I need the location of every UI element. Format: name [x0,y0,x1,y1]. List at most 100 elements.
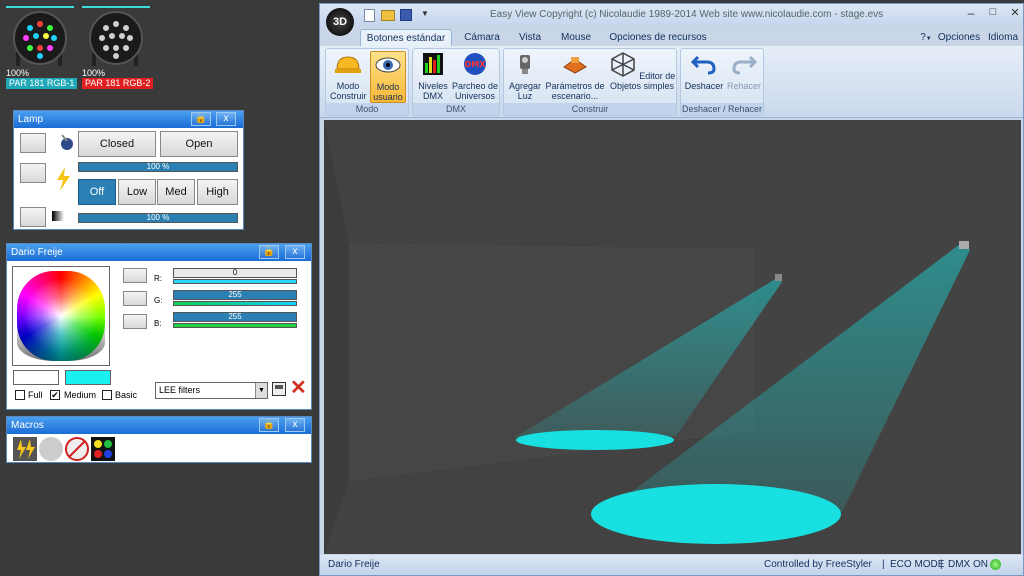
lamp-panel: Lamp 🔒 x Closed Open 100 % Off Low Med H… [13,110,244,230]
open-folder-icon[interactable] [381,10,395,21]
dmx-status-led-icon [990,559,1001,570]
macro-strobe-icon[interactable] [13,437,37,461]
b-bar[interactable]: 255 [173,312,297,322]
lock-icon[interactable]: 🔒 [259,418,279,432]
palette-full-checkbox[interactable] [15,390,25,400]
parametros-escenario-button[interactable]: Parámetros de escenario... [544,51,606,103]
strobe-low-button[interactable]: Low [118,179,156,205]
modo-construir-button[interactable]: Modo Construir [330,51,367,103]
editor-objetos-button[interactable]: Editor de Objetos simples [608,51,676,103]
open-button[interactable]: Open [160,131,238,157]
parcheo-universos-label: Parcheo de Universos [451,81,499,101]
modo-usuario-button[interactable]: Modo usuario [370,51,406,103]
fixture-1[interactable]: 100% PAR 181 RGB-1 [6,6,78,89]
close-button[interactable]: x [285,418,305,432]
stage-icon [563,57,587,74]
tab-vista[interactable]: Vista [512,29,548,47]
deshacer-label: Deshacer [684,81,724,91]
language-menu[interactable]: Idioma ▼ [984,29,1022,60]
color-wheel[interactable] [12,266,110,366]
r-bar[interactable]: 0 [173,268,297,278]
agregar-luz-label: Agregar Luz [508,81,542,101]
filter-select-value: LEE filters [159,385,201,395]
modo-construir-label: Modo Construir [330,81,367,101]
tab-opciones-recursos[interactable]: Opciones de recursos [606,29,710,47]
macros-panel: Macros 🔒 x [6,416,312,463]
app-logo-icon[interactable]: 3D [326,8,354,36]
color-swatch-current[interactable] [65,370,111,385]
strobe-med-button[interactable]: Med [157,179,195,205]
color-panel-title-text: Dario Freije [11,247,63,258]
light-fixture-2[interactable] [959,241,969,249]
minimize-button[interactable]: – [962,6,980,22]
filter-select[interactable]: LEE filters ▼ [155,382,268,399]
strobe-high-button[interactable]: High [197,179,238,205]
window-title: Easy View Copyright (c) Nicolaudie 1989-… [490,9,884,20]
tab-camara[interactable]: Cámara [458,29,506,47]
closed-button[interactable]: Closed [78,131,156,157]
g-preset-button[interactable] [123,291,147,306]
dimmer-gradient-icon [52,211,64,221]
macros-panel-title-text: Macros [11,420,44,431]
eye-icon [375,57,401,73]
macro-disable-icon[interactable] [65,437,89,461]
ribbon-group-construir: Agregar Luz Parámetros de escenario... E… [503,48,677,116]
close-button[interactable]: x [285,245,305,259]
r-preset-button[interactable] [123,268,147,283]
dimmer-bar[interactable]: 100 % [78,162,238,172]
rehacer-label: Rehacer [726,81,762,91]
r-label: R: [154,274,162,283]
light-fixture-1[interactable] [775,274,782,281]
fixture-2[interactable]: 100% PAR 181 RGB-2 [82,6,154,89]
language-label: Idioma [987,32,1018,43]
par-light-icon [89,11,143,66]
close-button[interactable]: x [216,112,236,126]
close-button[interactable]: ✕ [1006,6,1024,22]
b-preset-button[interactable] [123,314,147,329]
color-swatch-white[interactable] [13,370,59,385]
status-dmx: DMX ON [948,559,988,570]
tab-botones-estandar[interactable]: Botones estándar [360,29,452,47]
parcheo-universos-button[interactable]: DMX Parcheo de Universos [451,51,499,103]
help-chevron-icon: ▼ [925,36,932,42]
shutter-bar[interactable]: 100 % [78,213,238,223]
tab-mouse[interactable]: Mouse [556,29,596,47]
g-bar[interactable]: 255 [173,290,297,300]
lamp-preset-3[interactable] [20,207,46,227]
quick-access-menu-icon[interactable]: ▼ [421,9,429,18]
3d-viewport[interactable] [324,120,1021,554]
lamp-preset-2[interactable] [20,163,46,183]
options-menu[interactable]: Opciones ▼ [934,29,984,60]
palette-basic-checkbox[interactable] [102,390,112,400]
strobe-off-button[interactable]: Off [78,179,116,205]
lamp-preset-1[interactable] [20,133,46,153]
status-eco: ECO MODE [890,559,945,570]
group-label-modo: Modo [326,103,408,115]
ribbon-group-undo: Deshacer Rehacer Deshacer / Rehacer [680,48,764,116]
redo-icon [732,55,758,75]
svg-text:DMX: DMX [465,60,487,69]
niveles-dmx-button[interactable]: Niveles DMX [416,51,450,103]
g-value: 255 [228,290,242,299]
lock-icon[interactable]: 🔒 [191,112,211,126]
delete-icon[interactable]: ✕ [290,378,307,398]
maximize-button[interactable]: □ [984,6,1002,22]
fixture-1-percent: 100% [6,68,30,78]
rehacer-button[interactable]: Rehacer [725,51,763,103]
deshacer-button[interactable]: Deshacer [683,51,725,103]
agregar-luz-button[interactable]: Agregar Luz [507,51,543,103]
new-file-icon[interactable] [364,9,375,22]
palette-medium-checkbox[interactable]: ✔ [50,390,60,400]
ribbon-group-dmx: Niveles DMX DMX Parcheo de Universos DMX [412,48,500,116]
save-icon[interactable] [272,382,286,396]
macro-color-icon[interactable] [91,437,115,461]
macro-gobo-icon[interactable] [39,437,63,461]
help-button[interactable]: ?▼ [918,29,934,47]
save-icon[interactable] [400,9,412,21]
group-label-undo: Deshacer / Rehacer [681,103,763,115]
ribbon-group-modo: Modo Construir Modo usuario Modo [325,48,409,116]
app-logo-text: 3D [332,16,348,28]
palette-full-label: Full [28,390,43,400]
lock-icon[interactable]: 🔒 [259,245,279,259]
chevron-down-icon: ▼ [255,383,267,398]
